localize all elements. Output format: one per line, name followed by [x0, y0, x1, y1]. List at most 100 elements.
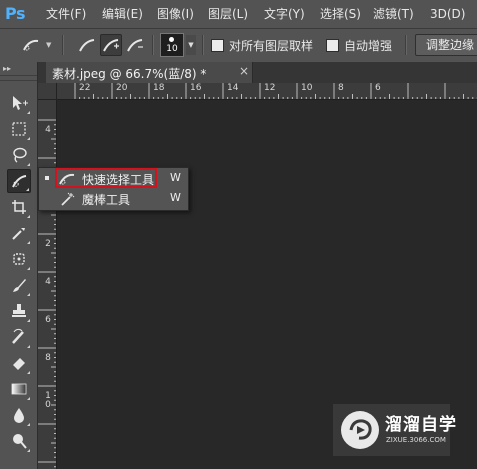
add-to-selection-button[interactable] [100, 34, 122, 56]
brush-size-value: 10 [166, 44, 178, 54]
ruler-label: 18 [153, 83, 165, 93]
ruler-label: 12 [264, 83, 276, 93]
flyout-item-magic-wand[interactable]: 魔棒工具 W [39, 189, 190, 209]
ruler-label: 2 [45, 239, 51, 249]
watermark-url: ZIXUE.3066.COM [386, 436, 446, 444]
panel-grip[interactable] [0, 75, 37, 81]
new-selection-button[interactable] [76, 34, 98, 56]
auto-enhance-label: 自动增强 [344, 39, 393, 53]
water-drop-icon [14, 408, 24, 423]
collapse-panel-icon[interactable]: ▸▸ [3, 64, 11, 73]
brush-tip-icon [169, 37, 174, 42]
stamp-icon [12, 304, 26, 317]
brush-tool[interactable] [7, 273, 31, 297]
refine-edge-button[interactable]: 调整边缘 [415, 34, 477, 56]
menu-layer[interactable]: 图层(L) [208, 0, 248, 28]
tool-flyout-indicator [27, 111, 30, 114]
sample-all-layers-label: 对所有图层取样 [229, 39, 314, 53]
brush-icon [13, 279, 26, 292]
tool-flyout-indicator [27, 241, 30, 244]
brush-subtract-icon [127, 39, 143, 52]
move-tool[interactable] [7, 91, 31, 115]
eraser-icon [13, 358, 25, 370]
tool-flyout-indicator [27, 137, 30, 140]
divider [62, 35, 64, 55]
tool-flyout-indicator [27, 293, 30, 296]
menu-file[interactable]: 文件(F) [46, 0, 86, 28]
ruler-label: 16 [190, 83, 202, 93]
tool-flyout-indicator [26, 188, 29, 191]
ruler-label: 4 [45, 277, 51, 287]
ruler-label: 10 [301, 83, 313, 93]
move-icon [13, 96, 28, 110]
sample-all-layers-checkbox[interactable] [211, 39, 224, 52]
menu-type[interactable]: 文字(Y) [264, 0, 305, 28]
ruler-label: 6 [375, 83, 381, 93]
bandage-icon [13, 253, 25, 265]
healing-brush-tool[interactable] [7, 247, 31, 271]
document-tab-title: 素材.jpeg @ 66.7%(蓝/8) * [52, 67, 207, 81]
gradient-icon [11, 383, 27, 395]
auto-enhance-checkbox[interactable] [326, 39, 339, 52]
tool-flyout-indicator [27, 371, 30, 374]
menu-3d[interactable]: 3D(D) [430, 0, 465, 28]
brush-dropdown-button[interactable]: ▼ [186, 35, 196, 55]
tool-flyout-indicator [27, 449, 30, 452]
annotation-highlight-box [55, 168, 157, 188]
ruler-label: 4 [45, 125, 51, 135]
history-brush-icon [12, 328, 24, 344]
tool-flyout-indicator [27, 397, 30, 400]
marquee-tool[interactable] [7, 117, 31, 141]
history-brush-tool[interactable] [7, 325, 31, 349]
subtract-from-selection-button[interactable] [124, 34, 146, 56]
divider [152, 35, 154, 55]
close-icon[interactable]: × [239, 64, 249, 78]
menu-image[interactable]: 图像(I) [157, 0, 194, 28]
watermark-title: 溜溜自学 [385, 415, 457, 435]
tool-flyout-indicator [27, 345, 30, 348]
ruler-origin[interactable] [38, 83, 57, 100]
dodge-icon [13, 434, 27, 449]
vertical-ruler[interactable]: 4 2 2 4 6 8 1 0 [38, 100, 57, 469]
eyedropper-tool[interactable] [7, 221, 31, 245]
tool-preset-picker[interactable] [20, 34, 42, 56]
tool-flyout-indicator [27, 163, 30, 166]
divider [202, 35, 204, 55]
quick-selection-icon [23, 39, 39, 51]
horizontal-ruler[interactable]: 22 20 18 16 14 12 10 8 6 [57, 83, 477, 100]
crop-icon [12, 200, 26, 214]
ruler-label: 8 [45, 353, 51, 363]
document-tab-strip: 素材.jpeg @ 66.7%(蓝/8) * × [38, 62, 477, 83]
brush-add-icon [103, 39, 119, 52]
quick-selection-tool[interactable] [7, 169, 31, 193]
menu-bar: Ps 文件(F) 编辑(E) 图像(I) 图层(L) 文字(Y) 选择(S) 滤… [0, 0, 477, 29]
brush-new-icon [79, 39, 95, 52]
chevron-down-icon[interactable]: ▼ [46, 41, 51, 49]
menu-select[interactable]: 选择(S) [320, 0, 361, 28]
ruler-label: 22 [79, 83, 91, 93]
ruler-label: 8 [338, 83, 344, 93]
photoshop-logo: Ps [5, 4, 25, 23]
gradient-tool[interactable] [7, 377, 31, 401]
menu-filter[interactable]: 滤镜(T) [373, 0, 414, 28]
rectangular-marquee-icon [12, 122, 26, 136]
watermark-logo-icon [341, 411, 379, 449]
flyout-item-shortcut: W [170, 171, 181, 184]
eyedropper-icon [12, 228, 25, 240]
flyout-item-shortcut: W [170, 191, 181, 204]
document-tab[interactable]: 素材.jpeg @ 66.7%(蓝/8) * × [46, 62, 253, 83]
lasso-tool[interactable] [7, 143, 31, 167]
menu-edit[interactable]: 编辑(E) [102, 0, 143, 28]
watermark: 溜溜自学 ZIXUE.3066.COM [333, 404, 456, 456]
brush-size-picker[interactable]: 10 [160, 33, 184, 57]
blur-tool[interactable] [7, 403, 31, 427]
dodge-tool[interactable] [7, 429, 31, 453]
eraser-tool[interactable] [7, 351, 31, 375]
flyout-item-label: 魔棒工具 [82, 193, 131, 207]
tools-panel: ▸▸ [0, 62, 38, 469]
crop-tool[interactable] [7, 195, 31, 219]
lasso-icon [13, 147, 27, 163]
clone-stamp-tool[interactable] [7, 299, 31, 323]
divider [405, 35, 407, 55]
magic-wand-icon [57, 190, 77, 208]
